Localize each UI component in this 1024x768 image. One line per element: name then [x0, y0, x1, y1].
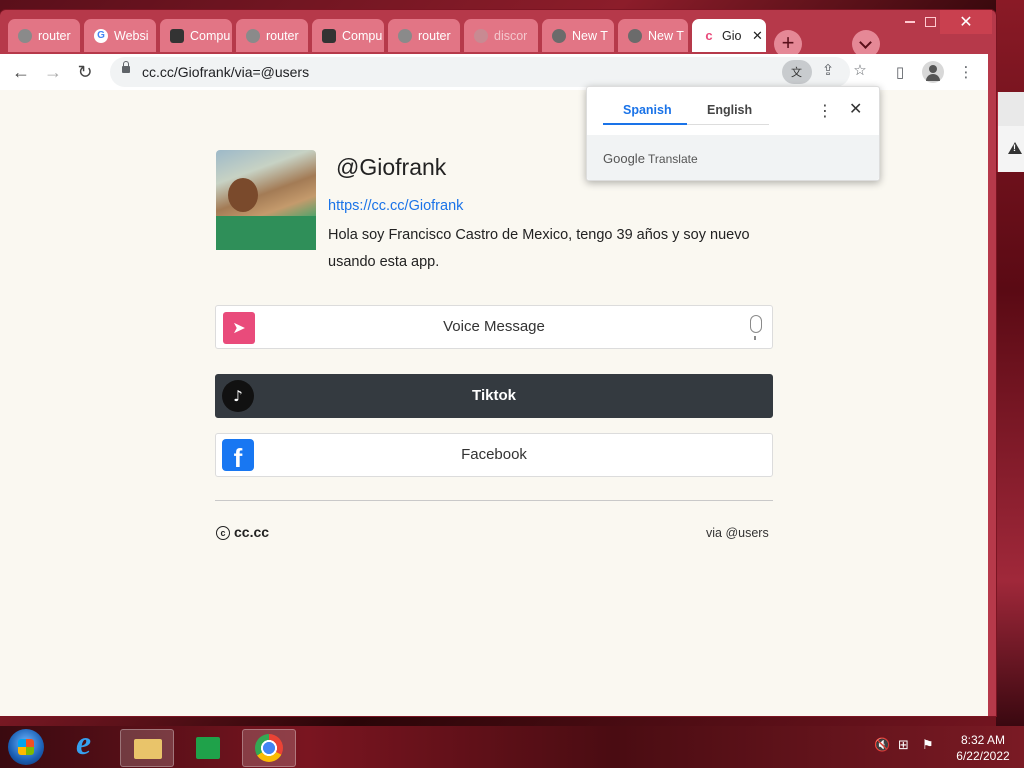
profile-avatar-icon[interactable] [922, 61, 944, 83]
chrome-taskbar-icon[interactable] [242, 729, 296, 767]
close-tab-icon[interactable]: ✕ [752, 28, 763, 44]
tab-new-tab-2[interactable]: New T [618, 19, 688, 52]
avatar-face [228, 178, 258, 212]
globe-icon [398, 28, 412, 43]
tab-website[interactable]: G Websi [84, 19, 156, 52]
chrome-icon [552, 28, 566, 43]
bookmark-star-icon[interactable]: ☆ [850, 60, 870, 80]
tab-label: router [418, 28, 451, 43]
share-icon[interactable]: ⇪ [818, 60, 838, 80]
voice-message-button[interactable]: ➤ Voice Message [215, 305, 773, 349]
back-button[interactable]: ← [8, 60, 34, 84]
tab-router-3[interactable]: router [388, 19, 460, 52]
microphone-icon[interactable] [750, 315, 762, 340]
tab-label: New T [648, 28, 684, 43]
tab-label: Compu [190, 28, 231, 43]
link-label: Facebook [461, 446, 527, 463]
active-tab-underline [603, 123, 687, 125]
file-explorer-icon[interactable] [120, 729, 174, 767]
clock-date: 6/22/2022 [956, 749, 1010, 763]
link-label: Voice Message [443, 318, 545, 335]
system-clock[interactable]: 8:32 AM 6/22/2022 [950, 732, 1016, 764]
close-popup-button[interactable]: ✕ [849, 99, 862, 119]
start-button[interactable] [8, 729, 44, 765]
google-icon: G [94, 28, 108, 43]
translate-footer: Google Translate [587, 135, 879, 180]
google-translate-logo: Google Translate [603, 151, 698, 166]
brand-name: cc.cc [234, 524, 270, 540]
tab-label: Gio [722, 28, 742, 43]
tab-compu-1[interactable]: Compu [160, 19, 232, 52]
background-window[interactable] [996, 92, 1024, 172]
google-wordmark: Google [603, 151, 645, 166]
tab-discord[interactable]: discor [464, 19, 538, 52]
avatar-shirt [216, 216, 316, 250]
network-icon[interactable]: ⊞ [898, 738, 914, 754]
menu-kebab-icon[interactable]: ⋮ [956, 62, 976, 82]
tab-english[interactable]: English [707, 103, 752, 117]
tab-label: Compu [342, 28, 383, 43]
globe-icon [474, 28, 488, 43]
more-options-icon[interactable]: ⋮ [817, 101, 833, 120]
side-panel-icon[interactable]: ▯ [890, 62, 910, 82]
globe-icon [246, 28, 260, 43]
translate-icon[interactable] [782, 60, 812, 84]
footer-divider [215, 500, 773, 501]
tab-giofrank-active[interactable]: c Gio ✕ [692, 19, 766, 52]
warning-icon [1008, 142, 1022, 154]
tiktok-button[interactable]: ♪ Tiktok [215, 374, 773, 418]
tab-label: New T [572, 28, 608, 43]
profile-handle: @Giofrank [336, 154, 447, 180]
tab-router-1[interactable]: router [8, 19, 80, 52]
footer-brand[interactable]: c cc.cc [216, 524, 269, 540]
taskbar: 🔇 ⊞ ⚑ 8:32 AM 6/22/2022 [0, 725, 1024, 768]
globe-icon [18, 28, 32, 43]
close-window-button[interactable]: ✕ [940, 10, 992, 34]
cube-icon [170, 28, 184, 43]
lock-icon[interactable] [122, 61, 130, 73]
copyright-icon: c [216, 526, 230, 540]
tab-label: router [266, 28, 299, 43]
volume-muted-icon[interactable]: 🔇 [874, 738, 890, 754]
reload-button[interactable]: ↻ [72, 60, 98, 84]
tab-label: discor [494, 28, 528, 43]
browser-toolbar: ← → ↻ cc.cc/Giofrank/via=@users ⇪ ☆ ▯ ⋮ [0, 54, 988, 90]
translate-wordmark: Translate [648, 152, 698, 166]
link-label: Tiktok [472, 387, 516, 404]
url-text[interactable]: cc.cc/Giofrank/via=@users [142, 64, 309, 80]
tab-compu-2[interactable]: Compu [312, 19, 384, 52]
tab-strip: router G Websi Compu router Compu router… [0, 10, 996, 58]
action-center-flag-icon[interactable]: ⚑ [922, 738, 938, 754]
forward-button[interactable]: → [40, 60, 66, 84]
facebook-button[interactable]: f Facebook [215, 433, 773, 477]
profile-link[interactable]: https://cc.cc/Giofrank [328, 198, 463, 214]
address-bar[interactable]: cc.cc/Giofrank/via=@users ⇪ ☆ [110, 57, 867, 87]
profile-avatar [216, 150, 316, 250]
tab-label: router [38, 28, 71, 43]
internet-explorer-icon[interactable] [62, 725, 114, 765]
chrome-icon [628, 28, 642, 43]
page-content: @Giofrank https://cc.cc/Giofrank Hola so… [0, 90, 988, 716]
tab-new-tab-1[interactable]: New T [542, 19, 614, 52]
tab-label: Websi [114, 28, 149, 43]
cc-icon: c [702, 28, 716, 43]
tab-router-2[interactable]: router [236, 19, 308, 52]
tab-spanish[interactable]: Spanish [623, 103, 672, 117]
translate-popup: Spanish English ⋮ ✕ Google Translate [586, 86, 880, 181]
tab-underline [687, 124, 769, 125]
cube-icon [322, 28, 336, 43]
background-window-tab [998, 92, 1024, 126]
profile-bio: Hola soy Francisco Castro de Mexico, ten… [328, 227, 750, 270]
clock-time: 8:32 AM [960, 733, 1006, 747]
footer-via[interactable]: via @users [706, 526, 769, 540]
store-icon[interactable] [182, 729, 234, 765]
